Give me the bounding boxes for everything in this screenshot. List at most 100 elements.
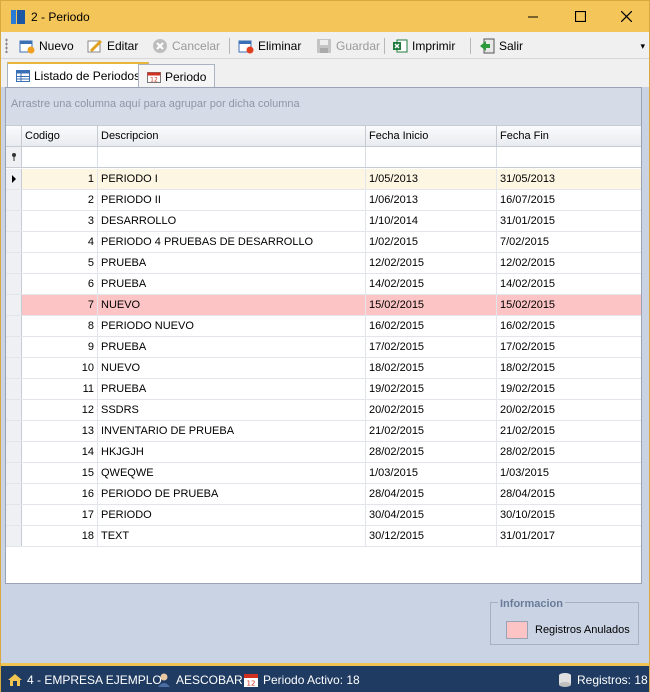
cell-codigo[interactable]: 1 <box>22 169 98 189</box>
table-row[interactable]: 5 PRUEBA 12/02/2015 12/02/2015 <box>6 253 641 274</box>
cell-fecha-fin[interactable]: 28/02/2015 <box>497 442 641 462</box>
cell-fecha-fin[interactable]: 7/02/2015 <box>497 232 641 252</box>
cell-fecha-fin[interactable]: 19/02/2015 <box>497 379 641 399</box>
table-row[interactable]: 18 TEXT 30/12/2015 31/01/2017 <box>6 526 641 547</box>
cell-fecha-inicio[interactable]: 30/12/2015 <box>366 526 497 546</box>
cell-fecha-inicio[interactable]: 20/02/2015 <box>366 400 497 420</box>
row-indicator[interactable] <box>6 400 22 420</box>
cell-fecha-inicio[interactable]: 1/10/2014 <box>366 211 497 231</box>
cell-codigo[interactable]: 6 <box>22 274 98 294</box>
cell-fecha-fin[interactable]: 31/01/2015 <box>497 211 641 231</box>
guardar-button[interactable]: Guardar <box>316 36 380 56</box>
table-row[interactable]: 17 PERIODO 30/04/2015 30/10/2015 <box>6 505 641 526</box>
cell-fecha-inicio[interactable]: 15/02/2015 <box>366 295 497 315</box>
cell-codigo[interactable]: 18 <box>22 526 98 546</box>
minimize-button[interactable] <box>510 1 556 32</box>
row-indicator[interactable] <box>6 358 22 378</box>
imprimir-button[interactable]: Imprimir <box>392 36 455 56</box>
cell-fecha-fin[interactable]: 31/05/2013 <box>497 169 641 189</box>
cell-fecha-fin[interactable]: 15/02/2015 <box>497 295 641 315</box>
cell-codigo[interactable]: 12 <box>22 400 98 420</box>
row-indicator[interactable] <box>6 232 22 252</box>
row-indicator[interactable] <box>6 253 22 273</box>
cell-fecha-inicio[interactable]: 12/02/2015 <box>366 253 497 273</box>
cell-descripcion[interactable]: PRUEBA <box>98 274 366 294</box>
row-indicator[interactable] <box>6 211 22 231</box>
column-header-fecha-fin[interactable]: Fecha Fin <box>497 126 641 147</box>
cell-descripcion[interactable]: PERIODO <box>98 505 366 525</box>
cell-descripcion[interactable]: PERIODO DE PRUEBA <box>98 484 366 504</box>
cell-descripcion[interactable]: INVENTARIO DE PRUEBA <box>98 421 366 441</box>
cell-codigo[interactable]: 13 <box>22 421 98 441</box>
row-indicator[interactable] <box>6 421 22 441</box>
cell-fecha-inicio[interactable]: 28/04/2015 <box>366 484 497 504</box>
cell-fecha-fin[interactable]: 17/02/2015 <box>497 337 641 357</box>
table-row[interactable]: 12 SSDRS 20/02/2015 20/02/2015 <box>6 400 641 421</box>
cell-descripcion[interactable]: PERIODO II <box>98 190 366 210</box>
table-row[interactable]: 9 PRUEBA 17/02/2015 17/02/2015 <box>6 337 641 358</box>
cell-fecha-fin[interactable]: 20/02/2015 <box>497 400 641 420</box>
cell-codigo[interactable]: 14 <box>22 442 98 462</box>
cell-descripcion[interactable]: QWEQWE <box>98 463 366 483</box>
cell-codigo[interactable]: 17 <box>22 505 98 525</box>
row-indicator[interactable] <box>6 169 22 189</box>
row-indicator[interactable] <box>6 442 22 462</box>
salir-button[interactable]: Salir <box>479 36 523 56</box>
cell-descripcion[interactable]: PERIODO 4 PRUEBAS DE DESARROLLO <box>98 232 366 252</box>
cell-fecha-fin[interactable]: 12/02/2015 <box>497 253 641 273</box>
cell-fecha-fin[interactable]: 1/03/2015 <box>497 463 641 483</box>
table-row[interactable]: 6 PRUEBA 14/02/2015 14/02/2015 <box>6 274 641 295</box>
cell-fecha-inicio[interactable]: 28/02/2015 <box>366 442 497 462</box>
row-indicator[interactable] <box>6 316 22 336</box>
row-indicator[interactable] <box>6 526 22 546</box>
cell-fecha-inicio[interactable]: 14/02/2015 <box>366 274 497 294</box>
table-row[interactable]: 15 QWEQWE 1/03/2015 1/03/2015 <box>6 463 641 484</box>
cell-fecha-fin[interactable]: 18/02/2015 <box>497 358 641 378</box>
table-row[interactable]: 4 PERIODO 4 PRUEBAS DE DESARROLLO 1/02/201… <box>6 232 641 253</box>
cell-fecha-inicio[interactable]: 1/06/2013 <box>366 190 497 210</box>
row-indicator[interactable] <box>6 484 22 504</box>
table-row[interactable]: 1 PERIODO I 1/05/2013 31/05/2013 <box>6 169 641 190</box>
toolbar-overflow-icon[interactable]: ▾ <box>640 41 645 52</box>
column-header-fecha-inicio[interactable]: Fecha Inicio <box>366 126 497 147</box>
cell-descripcion[interactable]: NUEVO <box>98 358 366 378</box>
cell-fecha-inicio[interactable]: 16/02/2015 <box>366 316 497 336</box>
cell-descripcion[interactable]: TEXT <box>98 526 366 546</box>
table-row[interactable]: 7 NUEVO 15/02/2015 15/02/2015 <box>6 295 641 316</box>
cell-codigo[interactable]: 9 <box>22 337 98 357</box>
cell-fecha-fin[interactable]: 31/01/2017 <box>497 526 641 546</box>
cell-fecha-inicio[interactable]: 1/02/2015 <box>366 232 497 252</box>
tab-periodo[interactable]: 12 Periodo <box>138 64 216 88</box>
maximize-button[interactable] <box>557 1 603 32</box>
eliminar-button[interactable]: Eliminar <box>238 36 301 56</box>
close-button[interactable] <box>603 1 649 32</box>
cell-fecha-inicio[interactable]: 21/02/2015 <box>366 421 497 441</box>
row-indicator[interactable] <box>6 379 22 399</box>
cell-fecha-fin[interactable]: 16/02/2015 <box>497 316 641 336</box>
table-row[interactable]: 11 PRUEBA 19/02/2015 19/02/2015 <box>6 379 641 400</box>
cell-fecha-inicio[interactable]: 17/02/2015 <box>366 337 497 357</box>
table-row[interactable]: 16 PERIODO DE PRUEBA 28/04/2015 28/04/2015 <box>6 484 641 505</box>
cell-fecha-fin[interactable]: 21/02/2015 <box>497 421 641 441</box>
table-row[interactable]: 3 DESARROLLO 1/10/2014 31/01/2015 <box>6 211 641 232</box>
cell-descripcion[interactable]: PRUEBA <box>98 337 366 357</box>
cell-fecha-fin[interactable]: 14/02/2015 <box>497 274 641 294</box>
cell-codigo[interactable]: 3 <box>22 211 98 231</box>
row-indicator[interactable] <box>6 505 22 525</box>
row-indicator[interactable] <box>6 274 22 294</box>
cell-codigo[interactable]: 16 <box>22 484 98 504</box>
cell-descripcion[interactable]: DESARROLLO <box>98 211 366 231</box>
filter-fecha-fin-input[interactable] <box>497 147 641 167</box>
cell-codigo[interactable]: 10 <box>22 358 98 378</box>
table-row[interactable]: 8 PERIODO NUEVO 16/02/2015 16/02/2015 <box>6 316 641 337</box>
cell-codigo[interactable]: 7 <box>22 295 98 315</box>
cell-codigo[interactable]: 11 <box>22 379 98 399</box>
cell-fecha-inicio[interactable]: 1/03/2015 <box>366 463 497 483</box>
editar-button[interactable]: Editar <box>87 36 138 56</box>
row-indicator[interactable] <box>6 190 22 210</box>
cell-fecha-inicio[interactable]: 1/05/2013 <box>366 169 497 189</box>
cell-codigo[interactable]: 4 <box>22 232 98 252</box>
cell-descripcion[interactable]: PRUEBA <box>98 253 366 273</box>
cell-fecha-fin[interactable]: 28/04/2015 <box>497 484 641 504</box>
cancelar-button[interactable]: Cancelar <box>152 36 220 56</box>
